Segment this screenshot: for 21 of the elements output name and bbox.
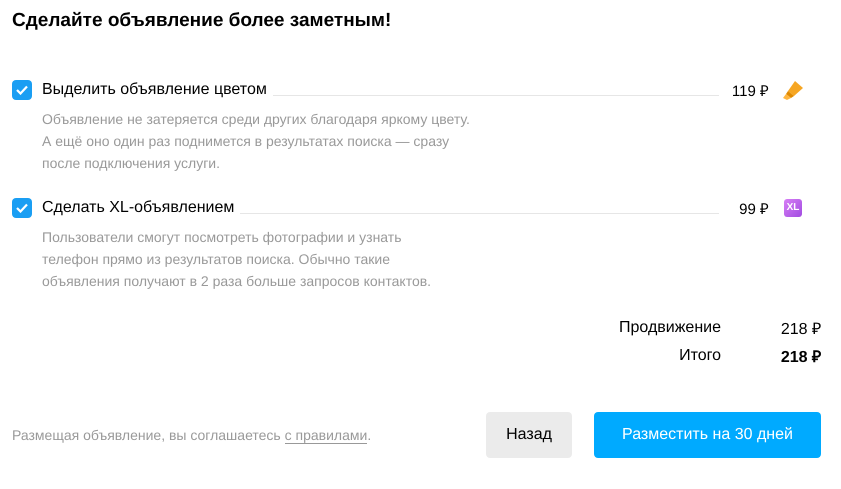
option-label: Сделать XL-объявлением (42, 199, 234, 217)
xl-badge: XL (784, 199, 802, 217)
summary-label: Продвижение (619, 319, 721, 337)
option-label: Выделить объявление цветом (42, 81, 267, 99)
checkbox[interactable] (12, 80, 32, 100)
agreement-text: Размещая объявление, вы соглашаетесь с правилами. (12, 427, 372, 443)
option-description: Объявление не затеряется среди других благодаря яркому цвету. А ещё оно один раз поднимется в результатах поиска — сразу после подключения услуги. (42, 110, 471, 173)
rules-link[interactable]: с правилами (284, 427, 368, 444)
summary-value: 218 ₽ (780, 320, 821, 339)
page-title: Сделайте объявление более заметным! (12, 9, 392, 33)
back-button[interactable]: Назад (486, 412, 572, 458)
checkbox[interactable] (12, 198, 32, 218)
checkmark-icon (16, 203, 28, 213)
highlighter-icon (781, 79, 805, 101)
checkmark-icon (16, 85, 28, 95)
option-price: 99 ₽ (738, 200, 769, 218)
option-description: Пользователи смогут посмотреть фотографии и узнать телефон прямо из результатов поиска. Обычно такие объявления получают в 2 раза больше запросов контактов. (42, 228, 432, 291)
summary-label: Итого (679, 347, 721, 365)
submit-button[interactable]: Разместить на 30 дней (594, 412, 821, 458)
summary-value: 218 ₽ (780, 348, 821, 367)
option-price: 119 ₽ (730, 82, 769, 100)
